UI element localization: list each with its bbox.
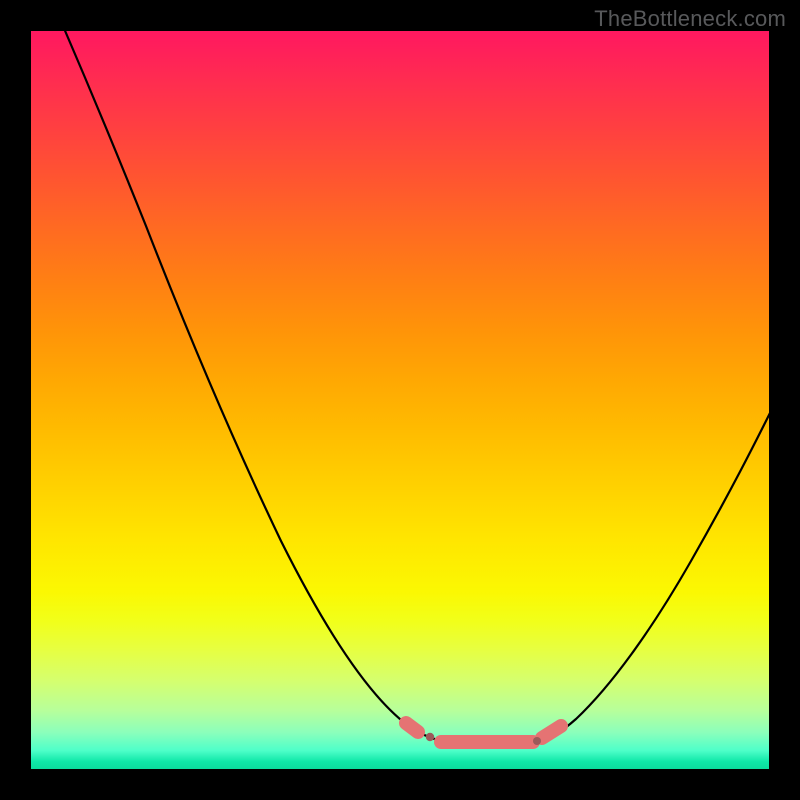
bottleneck-curve [63, 26, 771, 744]
highlight-markers [406, 723, 561, 745]
marker-segment-1 [406, 723, 418, 732]
marker-dot-1 [426, 733, 434, 741]
curve-svg [31, 31, 769, 769]
marker-segment-3 [542, 726, 561, 738]
chart-container: TheBottleneck.com [0, 0, 800, 800]
watermark-text: TheBottleneck.com [594, 6, 786, 32]
plot-area [31, 31, 769, 769]
marker-dot-2 [533, 737, 541, 745]
